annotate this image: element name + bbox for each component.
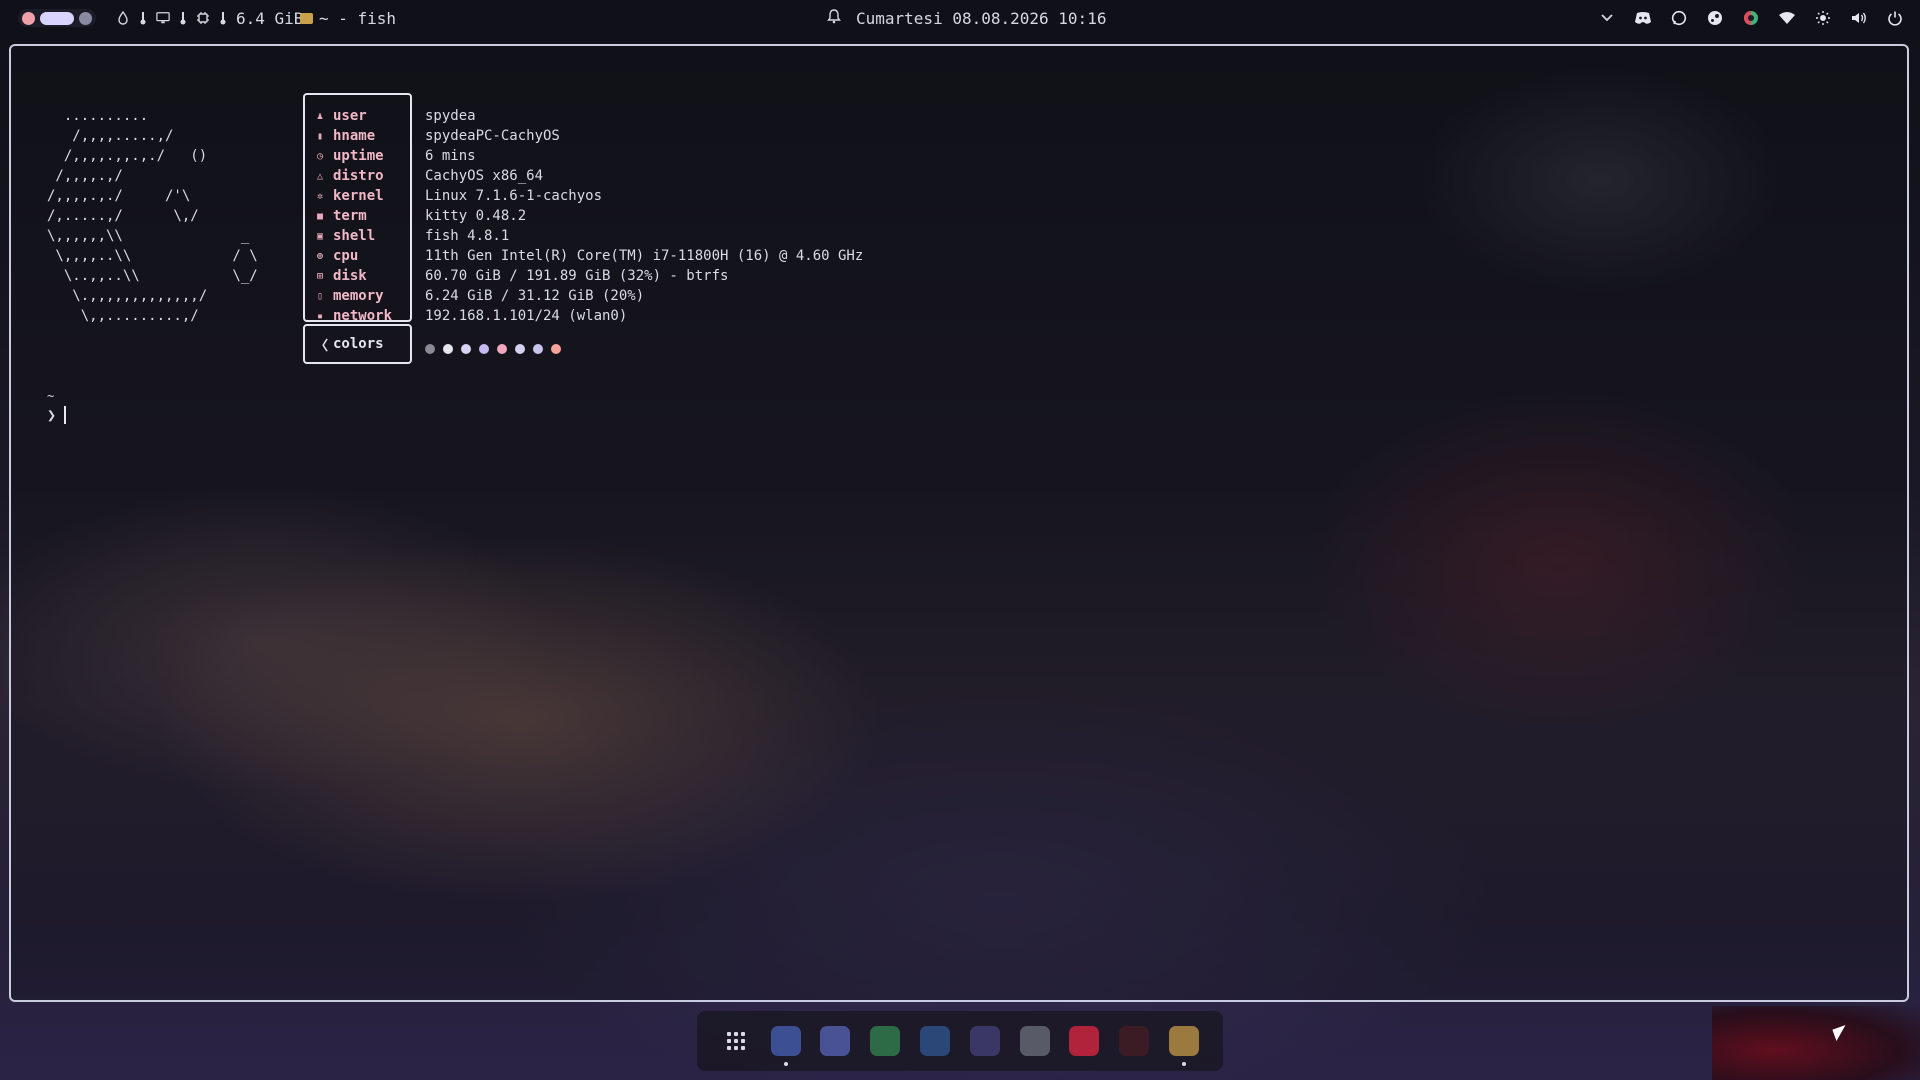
thermometer-icon — [176, 11, 190, 25]
terminal-icon: ■ — [316, 210, 324, 222]
memory-icon: ▯ — [316, 290, 324, 302]
cpu-temp-icon — [116, 11, 130, 25]
brightness-icon[interactable] — [1814, 9, 1832, 27]
info-key-hname: ▮ hname — [316, 128, 376, 144]
info-key-colors: 〈 colors — [315, 336, 384, 354]
shell-prompt[interactable]: ❯ — [47, 406, 67, 424]
fetch-keys-box: ♟ user ▮ hname ◷ uptime △ distro ✲ kernel ■ te… — [303, 93, 412, 324]
whatsapp-icon[interactable] — [870, 1026, 901, 1056]
disk-icon: ⊞ — [316, 270, 324, 282]
terminal-app-icon — [300, 12, 313, 24]
chevron-left-icon: 〈 — [315, 338, 329, 354]
running-indicator — [1182, 1062, 1187, 1066]
running-indicator — [783, 1062, 788, 1066]
chevron-down-icon[interactable] — [1598, 9, 1616, 27]
date-time: Cumartesi 08.08.2026 10:16 — [856, 8, 1107, 28]
color-swatch — [497, 344, 507, 354]
text-cursor — [64, 406, 67, 424]
steam-icon[interactable] — [920, 1026, 951, 1056]
color-swatch — [425, 344, 435, 354]
prompt-symbol: ❯ — [47, 406, 57, 424]
window-title: ~ - fish — [319, 8, 397, 28]
memory-usage: 6.4 GiB — [236, 8, 304, 28]
clock-icon: ◷ — [316, 150, 324, 162]
obs-icon[interactable] — [1019, 1026, 1050, 1056]
network-icon: ▪ — [316, 310, 324, 322]
info-value-term: kitty 0.48.2 — [425, 208, 527, 224]
cachyos-icon[interactable] — [969, 1026, 1000, 1056]
info-key-term: ■ term — [316, 208, 367, 224]
info-key-distro: △ distro — [316, 168, 384, 184]
wallpaper-accent — [1712, 1006, 1920, 1080]
steam-icon[interactable] — [1706, 9, 1724, 27]
info-value-memory: 6.24 GiB / 31.12 GiB (20%) — [425, 288, 645, 304]
info-value-cpu: 11th Gen Intel(R) Core(TM) i7-11800H (16… — [425, 248, 864, 264]
info-value-network: 192.168.1.101/24 (wlan0) — [425, 308, 628, 324]
thermometer-icon — [216, 11, 230, 25]
app-icon[interactable] — [1742, 9, 1760, 27]
info-key-shell: ▣ shell — [316, 228, 376, 244]
terminal-window[interactable]: .......... /,,,,.....,/ /,,,,.,,.,./ () … — [9, 44, 1909, 1002]
app-launcher-icon[interactable] — [721, 1026, 751, 1056]
colors-box: 〈 colors — [303, 324, 412, 364]
info-key-disk: ⊞ disk — [316, 268, 367, 284]
prompt-directory: ~ — [47, 389, 55, 403]
info-value-kernel: Linux 7.1.6-1-cachyos — [425, 188, 603, 204]
info-key-uptime: ◷ uptime — [316, 148, 384, 164]
top-bar: 6.4 GiB ~ - fish Cumartesi 08.08.2026 10… — [0, 0, 1920, 36]
color-swatches — [425, 344, 561, 354]
color-swatch — [551, 344, 561, 354]
kitty-terminal-icon[interactable] — [1169, 1026, 1200, 1066]
bell-icon[interactable] — [826, 8, 842, 28]
hidden-app-icon[interactable] — [1119, 1026, 1150, 1056]
info-value-distro: CachyOS x86_64 — [425, 168, 544, 184]
snowflake-app-icon[interactable] — [770, 1026, 801, 1066]
info-value-shell: fish 4.8.1 — [425, 228, 510, 244]
info-value-uptime: 6 mins — [425, 148, 476, 164]
info-key-network: ▪ network — [316, 308, 393, 324]
active-workspace-indicator[interactable] — [40, 11, 74, 25]
thermometer-icon — [136, 11, 150, 25]
info-key-memory: ▯ memory — [316, 288, 384, 304]
info-value-user: spydea — [425, 108, 476, 124]
gear-icon: ✲ — [316, 190, 324, 202]
system-stats[interactable]: 6.4 GiB — [116, 6, 303, 30]
cpu-icon: ⊕ — [316, 250, 324, 262]
dock — [697, 1011, 1223, 1071]
distro-ascii-logo: .......... /,,,,.....,/ /,,,,.,,.,./ () … — [47, 108, 258, 324]
info-value-disk: 60.70 GiB / 191.89 GiB (32%) - btrfs — [425, 268, 729, 284]
volume-icon[interactable] — [1850, 9, 1868, 27]
active-window: ~ - fish — [300, 6, 396, 30]
workspace-indicator[interactable] — [79, 11, 92, 25]
info-key-user: ♟ user — [316, 108, 367, 124]
info-value-hname: spydeaPC-CachyOS — [425, 128, 560, 144]
workspace-switcher[interactable] — [18, 9, 96, 27]
color-swatch — [533, 344, 543, 354]
clock-area[interactable]: Cumartesi 08.08.2026 10:16 — [826, 6, 1106, 30]
host-icon: ▮ — [316, 130, 324, 142]
whatsapp-icon[interactable] — [1670, 9, 1688, 27]
color-swatch — [443, 344, 453, 354]
media-player-icon[interactable] — [1069, 1026, 1100, 1056]
distro-icon: △ — [316, 170, 324, 182]
color-swatch — [515, 344, 525, 354]
monitor-icon — [156, 11, 170, 25]
power-icon[interactable] — [1886, 9, 1904, 27]
color-swatch — [461, 344, 471, 354]
shell-icon: ▣ — [316, 230, 324, 242]
wifi-icon[interactable] — [1778, 9, 1796, 27]
info-key-kernel: ✲ kernel — [316, 188, 384, 204]
color-swatch — [479, 344, 489, 354]
memory-chip-icon — [196, 11, 210, 25]
discord-icon[interactable] — [820, 1026, 851, 1056]
user-icon: ♟ — [316, 110, 324, 122]
discord-icon[interactable] — [1634, 9, 1652, 27]
info-key-cpu: ⊕ cpu — [316, 248, 359, 264]
workspace-indicator[interactable] — [22, 11, 35, 25]
system-tray — [1598, 6, 1904, 30]
